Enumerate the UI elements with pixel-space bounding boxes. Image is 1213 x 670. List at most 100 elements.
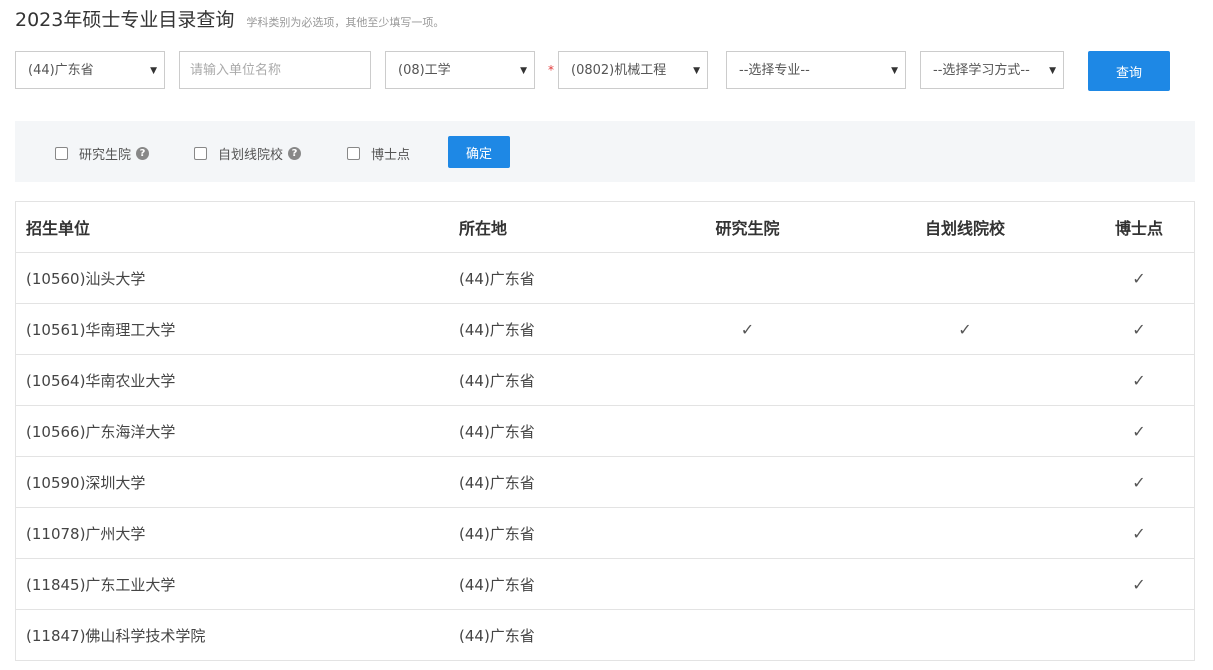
table-row[interactable]: (11078)广州大学 (44)广东省 ✓: [15, 507, 1195, 559]
location-cell: (44)广东省: [449, 609, 649, 661]
self-marked-cell: [846, 456, 1084, 508]
check-icon: ✓: [740, 319, 755, 339]
self-marked-cell: [846, 609, 1084, 661]
self-marked-cell: [846, 252, 1084, 304]
header-grad-school: 研究生院: [649, 201, 846, 253]
location-cell: (44)广东省: [449, 456, 649, 508]
self-marked-cell: [846, 507, 1084, 559]
major-value: --选择专业--: [739, 63, 810, 78]
grad-school-cell: [649, 405, 846, 457]
phd-point-option[interactable]: 博士点: [347, 144, 410, 163]
header-unit: 招生单位: [15, 201, 449, 253]
unit-cell[interactable]: (10561)华南理工大学: [15, 303, 449, 355]
category-value: (08)工学: [398, 63, 451, 78]
table-row[interactable]: (10566)广东海洋大学 (44)广东省 ✓: [15, 405, 1195, 457]
query-button[interactable]: 查询: [1088, 51, 1170, 91]
unit-cell[interactable]: (10566)广东海洋大学: [15, 405, 449, 457]
province-value: (44)广东省: [28, 63, 94, 78]
grad-school-checkbox[interactable]: [55, 147, 68, 160]
unit-name-input[interactable]: [179, 51, 371, 89]
unit-cell[interactable]: (11078)广州大学: [15, 507, 449, 559]
check-icon: ✓: [1132, 268, 1146, 288]
header-phd-point: 博士点: [1084, 201, 1195, 253]
chevron-down-icon: ▼: [891, 66, 898, 76]
location-cell: (44)广东省: [449, 507, 649, 559]
help-icon[interactable]: ?: [288, 147, 302, 160]
unit-cell[interactable]: (10564)华南农业大学: [15, 354, 449, 406]
phd-point-cell: [1084, 609, 1195, 661]
discipline-value: (0802)机械工程: [571, 63, 667, 78]
major-select[interactable]: --选择专业-- ▼: [726, 51, 906, 89]
chevron-down-icon: ▼: [693, 66, 700, 76]
self-marked-cell: [846, 405, 1084, 457]
grad-school-cell: [649, 558, 846, 610]
options-panel: 研究生院 ? 自划线院校 ? 博士点 确定: [15, 121, 1195, 182]
table-row[interactable]: (10561)华南理工大学 (44)广东省 ✓ ✓ ✓: [15, 303, 1195, 355]
table-row[interactable]: (10564)华南农业大学 (44)广东省 ✓: [15, 354, 1195, 406]
unit-cell[interactable]: (11845)广东工业大学: [15, 558, 449, 610]
check-icon: ✓: [1132, 319, 1146, 339]
phd-point-cell: ✓: [1084, 405, 1195, 457]
title-row: 2023年硕士专业目录查询 学科类别为必选项，其他至少填写一项。: [15, 5, 444, 33]
self-marked-option[interactable]: 自划线院校 ?: [194, 144, 302, 163]
chevron-down-icon: ▼: [520, 66, 527, 76]
page-hint: 学科类别为必选项，其他至少填写一项。: [246, 16, 445, 29]
table-header-row: 招生单位 所在地 研究生院 自划线院校 博士点: [15, 201, 1195, 253]
grad-school-cell: ✓: [649, 303, 846, 355]
table-row[interactable]: (11847)佛山科学技术学院 (44)广东省: [15, 609, 1195, 661]
self-marked-cell: ✓: [846, 303, 1084, 355]
category-select[interactable]: (08)工学 ▼: [385, 51, 535, 89]
check-icon: ✓: [1132, 370, 1146, 390]
discipline-select[interactable]: (0802)机械工程 ▼: [558, 51, 708, 89]
table-row[interactable]: (11845)广东工业大学 (44)广东省 ✓: [15, 558, 1195, 610]
table-row[interactable]: (10560)汕头大学 (44)广东省 ✓: [15, 252, 1195, 304]
phd-point-cell: ✓: [1084, 507, 1195, 559]
filter-row: (44)广东省 ▼ (08)工学 ▼ * (0802)机械工程 ▼ --选择专业…: [0, 51, 1213, 91]
phd-point-cell: ✓: [1084, 558, 1195, 610]
page-title: 2023年硕士专业目录查询: [15, 9, 235, 31]
self-marked-cell: [846, 354, 1084, 406]
location-cell: (44)广东省: [449, 303, 649, 355]
grad-school-cell: [649, 507, 846, 559]
location-cell: (44)广东省: [449, 354, 649, 406]
grad-school-cell: [649, 609, 846, 661]
check-icon: ✓: [1132, 574, 1146, 594]
header-self-marked: 自划线院校: [846, 201, 1084, 253]
grad-school-cell: [649, 252, 846, 304]
phd-point-cell: ✓: [1084, 252, 1195, 304]
phd-point-checkbox[interactable]: [347, 147, 360, 160]
unit-cell[interactable]: (10590)深圳大学: [15, 456, 449, 508]
study-mode-select[interactable]: --选择学习方式-- ▼: [920, 51, 1064, 89]
phd-point-cell: ✓: [1084, 303, 1195, 355]
province-select[interactable]: (44)广东省 ▼: [15, 51, 165, 89]
table-body: (10560)汕头大学 (44)广东省 ✓ (10561)华南理工大学 (44)…: [15, 252, 1195, 661]
required-mark: *: [548, 63, 554, 77]
self-marked-label: 自划线院校: [218, 148, 284, 163]
location-cell: (44)广东省: [449, 252, 649, 304]
location-cell: (44)广东省: [449, 558, 649, 610]
study-mode-value: --选择学习方式--: [933, 63, 1030, 78]
phd-point-cell: ✓: [1084, 354, 1195, 406]
phd-point-label: 博士点: [371, 148, 411, 163]
check-icon: ✓: [1132, 421, 1146, 441]
location-cell: (44)广东省: [449, 405, 649, 457]
results-table: 招生单位 所在地 研究生院 自划线院校 博士点 (10560)汕头大学 (44)…: [15, 201, 1195, 661]
self-marked-checkbox[interactable]: [194, 147, 207, 160]
grad-school-label: 研究生院: [79, 148, 132, 163]
unit-cell[interactable]: (10560)汕头大学: [15, 252, 449, 304]
unit-cell[interactable]: (11847)佛山科学技术学院: [15, 609, 449, 661]
grad-school-cell: [649, 354, 846, 406]
help-icon[interactable]: ?: [136, 147, 150, 160]
phd-point-cell: ✓: [1084, 456, 1195, 508]
confirm-button[interactable]: 确定: [448, 136, 510, 168]
grad-school-cell: [649, 456, 846, 508]
check-icon: ✓: [958, 319, 972, 339]
grad-school-option[interactable]: 研究生院 ?: [55, 144, 150, 163]
check-icon: ✓: [1132, 472, 1146, 492]
chevron-down-icon: ▼: [1049, 66, 1056, 76]
self-marked-cell: [846, 558, 1084, 610]
header-location: 所在地: [449, 201, 649, 253]
check-icon: ✓: [1132, 523, 1146, 543]
table-row[interactable]: (10590)深圳大学 (44)广东省 ✓: [15, 456, 1195, 508]
chevron-down-icon: ▼: [150, 66, 157, 76]
